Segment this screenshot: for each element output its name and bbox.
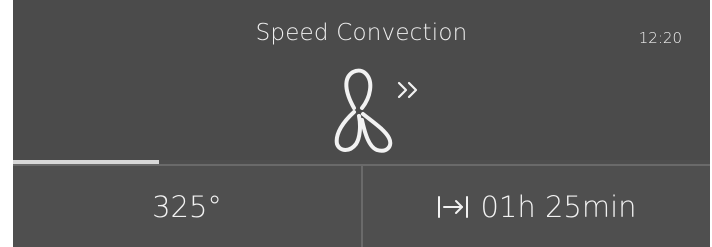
arrow-to-bar-icon xyxy=(438,195,469,218)
duration-setting[interactable]: 01h 25min xyxy=(363,166,710,247)
mode-icon-group[interactable] xyxy=(309,64,449,164)
temperature-value: 325° xyxy=(152,189,222,224)
fan-icon xyxy=(334,68,393,153)
settings-bar: 325° 01h 25min xyxy=(13,166,710,247)
double-chevron-right-icon xyxy=(397,81,418,99)
mode-panel[interactable]: Speed Convection 12:20 xyxy=(13,0,710,160)
clock[interactable]: 12:20 xyxy=(639,29,682,47)
duration-value: 01h 25min xyxy=(480,189,637,224)
temperature-setting[interactable]: 325° xyxy=(13,166,361,247)
oven-display: Speed Convection 12:20 325° 01h 25min xyxy=(13,0,710,247)
mode-title: Speed Convection xyxy=(255,20,468,46)
